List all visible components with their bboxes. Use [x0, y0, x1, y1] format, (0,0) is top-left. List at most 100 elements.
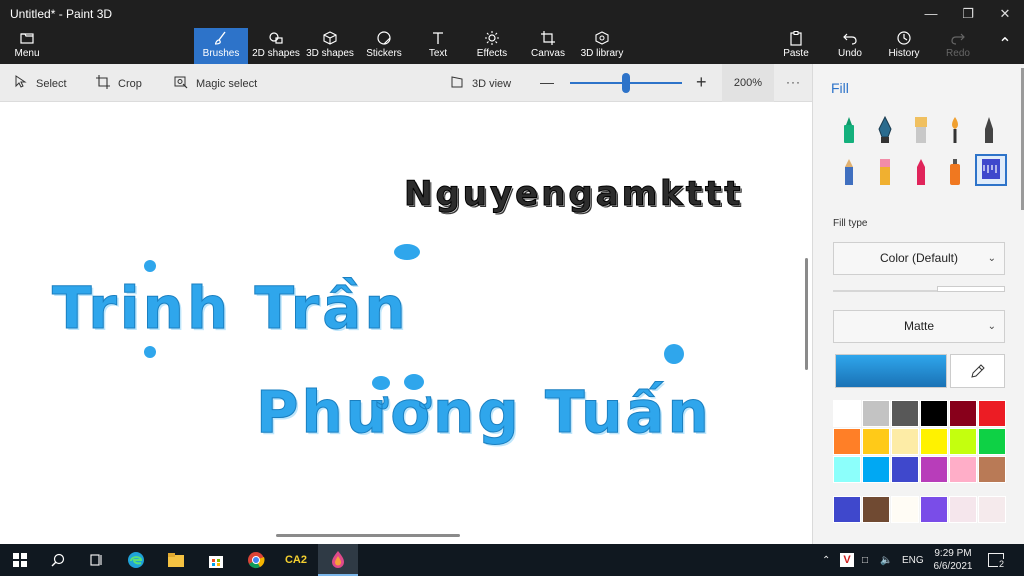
palette-swatch[interactable] [833, 456, 861, 483]
volume-button[interactable]: 🔈 [880, 544, 892, 576]
menu-button[interactable]: Menu [4, 28, 50, 64]
palette-swatch[interactable] [949, 428, 977, 455]
clock-date: 6/6/2021 [933, 561, 973, 572]
marker-brush[interactable] [835, 114, 863, 146]
magic-select-label: Magic select [196, 77, 258, 90]
crayon-brush[interactable] [907, 156, 935, 188]
more-options-button[interactable]: ··· [786, 75, 801, 89]
tab-stickers[interactable]: Stickers [360, 28, 408, 64]
palette-swatch[interactable] [891, 400, 919, 427]
tray-meet-now[interactable]: □ [862, 544, 868, 576]
custom-color-swatch[interactable] [949, 496, 977, 523]
chrome-button[interactable] [236, 544, 276, 576]
paint-3d-button[interactable] [318, 544, 358, 576]
palette-swatch[interactable] [833, 428, 861, 455]
ca2-app-button[interactable]: CA2 [276, 544, 316, 576]
finish-value: Matte [903, 319, 934, 333]
palette-swatch[interactable] [978, 428, 1006, 455]
custom-color-swatch[interactable] [978, 496, 1006, 523]
fill-type-label: Fill type [833, 218, 868, 229]
brushes-panel: Fill Fill type Color (Default) ⌄ Matte ⌄ [812, 64, 1024, 544]
store-button[interactable] [196, 544, 236, 576]
tab-effects[interactable]: Effects [470, 28, 514, 64]
file-explorer-button[interactable] [156, 544, 196, 576]
palette-swatch[interactable] [891, 428, 919, 455]
palette-swatch[interactable] [833, 400, 861, 427]
tab-3d-shapes[interactable]: 3D shapes [304, 28, 356, 64]
close-button[interactable]: ✕ [986, 0, 1024, 28]
maximize-button[interactable]: ❐ [949, 0, 987, 28]
custom-color-swatch[interactable] [862, 496, 890, 523]
undo-button[interactable]: Undo [832, 28, 868, 64]
palette-swatch[interactable] [920, 400, 948, 427]
spray-can-brush[interactable] [941, 156, 969, 188]
select-button[interactable]: Select [14, 75, 67, 92]
palette-swatch[interactable] [862, 400, 890, 427]
language-indicator[interactable]: ENG [902, 544, 924, 576]
palette-swatch[interactable] [920, 428, 948, 455]
palette-swatch[interactable] [920, 456, 948, 483]
tab-3d-shapes-label: 3D shapes [306, 48, 354, 59]
palette-swatch[interactable] [978, 400, 1006, 427]
thickness-thumb[interactable] [937, 286, 1005, 292]
tab-3d-library[interactable]: 3D library [578, 28, 626, 64]
finish-dropdown[interactable]: Matte ⌄ [833, 310, 1005, 343]
eraser-brush[interactable] [871, 156, 899, 188]
collapse-ribbon-button[interactable]: ⌃ [990, 28, 1020, 64]
task-view-button[interactable] [76, 544, 116, 576]
drawing-canvas[interactable]: Nguyengamkttt Trinh Trần Phương Tuấn [0, 102, 812, 544]
fill-brush[interactable] [975, 154, 1007, 186]
zoom-out-button[interactable]: — [540, 74, 554, 90]
menu-label: Menu [14, 48, 40, 59]
vertical-scrollbar[interactable] [805, 258, 808, 370]
paint-stroke [664, 344, 684, 364]
paste-button[interactable]: Paste [778, 28, 814, 64]
paint-3d-icon [332, 551, 344, 568]
tab-text[interactable]: Text [418, 28, 458, 64]
window-title: Untitled* - Paint 3D [10, 7, 113, 21]
show-hidden-icons[interactable]: ⌃ [822, 544, 830, 576]
current-color[interactable] [835, 354, 947, 388]
eyedropper-button[interactable] [950, 354, 1005, 388]
history-label: History [888, 48, 920, 59]
tab-canvas[interactable]: Canvas [526, 28, 570, 64]
history-button[interactable]: History [884, 28, 924, 64]
notification-count: 2 [998, 559, 1006, 569]
palette-swatch[interactable] [949, 456, 977, 483]
oil-brush[interactable] [907, 114, 935, 146]
redo-button[interactable]: Redo [940, 28, 976, 64]
palette-swatch[interactable] [949, 400, 977, 427]
notifications-button[interactable]: 2 [988, 544, 1011, 576]
palette-swatch[interactable] [862, 428, 890, 455]
clock[interactable]: 9:29 PM 6/6/2021 [928, 547, 978, 573]
pencil-brush[interactable] [835, 156, 863, 188]
crop-button[interactable]: Crop [96, 75, 142, 92]
folder-icon [168, 553, 184, 567]
minimize-button[interactable]: — [912, 0, 950, 28]
horizontal-scrollbar[interactable] [276, 534, 460, 537]
calligraphy-pen-brush[interactable] [871, 114, 899, 146]
palette-swatch[interactable] [978, 456, 1006, 483]
magic-select-button[interactable]: Magic select [174, 75, 257, 92]
zoom-slider-thumb[interactable] [622, 73, 630, 93]
pixel-pen-brush[interactable] [975, 114, 1003, 146]
fill-type-dropdown[interactable]: Color (Default) ⌄ [833, 242, 1005, 275]
custom-color-swatch[interactable] [833, 496, 861, 523]
custom-color-swatch[interactable] [920, 496, 948, 523]
edge-button[interactable] [116, 544, 156, 576]
pencil-icon [845, 159, 853, 185]
watercolor-brush[interactable] [941, 114, 969, 146]
3d-view-icon [450, 75, 464, 92]
start-button[interactable] [0, 544, 40, 576]
tab-2d-shapes[interactable]: 2D shapes [250, 28, 302, 64]
tray-app-v[interactable]: V [840, 544, 854, 576]
palette-swatch[interactable] [891, 456, 919, 483]
zoom-in-button[interactable]: + [696, 72, 707, 93]
palette-swatch[interactable] [862, 456, 890, 483]
eyedropper-icon [970, 364, 985, 378]
custom-color-swatch[interactable] [891, 496, 919, 523]
3d-view-button[interactable]: 3D view [450, 75, 511, 92]
tab-brushes[interactable]: Brushes [194, 28, 248, 64]
zoom-level[interactable]: 200% [722, 64, 774, 102]
search-button[interactable] [38, 544, 78, 576]
